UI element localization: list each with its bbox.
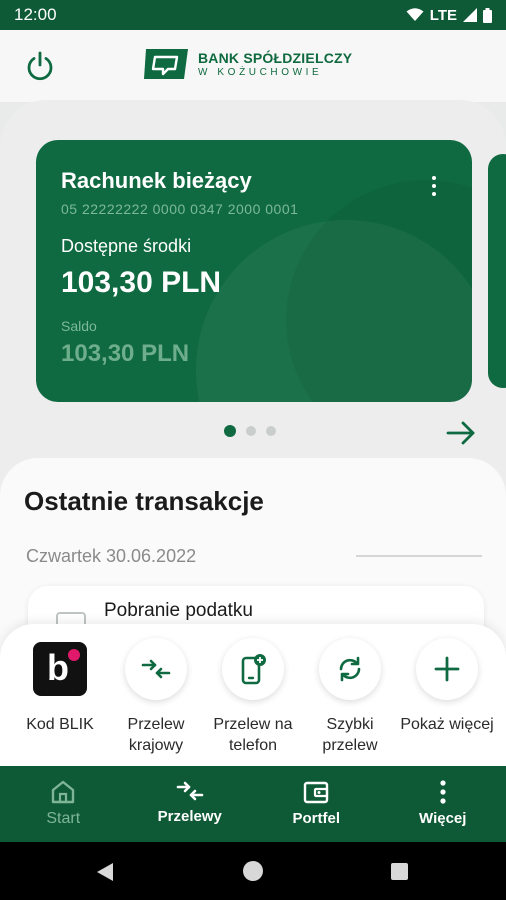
pager-dot[interactable] [246, 426, 256, 436]
blik-icon: b [33, 642, 87, 696]
phone-transfer-icon [241, 654, 266, 685]
blik-code-button[interactable]: b Kod BLIK [10, 638, 110, 735]
bank-logo-icon [144, 49, 188, 79]
card-pager [224, 425, 276, 437]
transaction-name: Pobranie podatku [104, 600, 253, 621]
refresh-icon [339, 656, 361, 682]
home-button[interactable] [243, 861, 263, 881]
available-funds-value: 103,30 PLN [61, 266, 222, 299]
transfer-arrows-icon [141, 659, 171, 679]
signal-icon [463, 8, 477, 22]
status-time: 12:00 [14, 5, 57, 24]
app-header: BANK SPÓŁDZIELCZY W KOŻUCHOWIE [0, 30, 506, 102]
card-decoration [286, 180, 472, 402]
fast-transfer-button[interactable]: Szybki przelew [300, 638, 400, 756]
phone-transfer-button[interactable]: Przelew na telefon [203, 638, 303, 756]
next-account-card[interactable] [488, 154, 506, 388]
section-title: Ostatnie transakcje [24, 486, 264, 516]
quick-action-label: Kod BLIK [26, 716, 94, 733]
quick-action-label: Przelew krajowy [127, 716, 185, 754]
nav-item-przelewy[interactable]: Przelewy [127, 766, 254, 842]
domestic-transfer-button[interactable]: Przelew krajowy [106, 638, 206, 756]
balance-label: Saldo [61, 318, 97, 334]
arrow-right-icon[interactable] [444, 418, 478, 448]
available-funds-label: Dostępne środki [61, 236, 192, 256]
network-type: LTE [429, 6, 457, 24]
date-header: Czwartek 30.06.2022 [26, 546, 197, 566]
logout-button[interactable] [22, 48, 58, 84]
battery-icon [483, 7, 492, 23]
nav-label: Portfel [292, 810, 340, 827]
pager-dot[interactable] [224, 425, 236, 437]
transfer-arrows-icon [176, 781, 204, 801]
nav-label: Przelewy [157, 808, 222, 825]
divider [356, 555, 482, 557]
show-more-button[interactable]: Pokaż więcej [397, 638, 497, 735]
back-icon[interactable] [96, 862, 114, 882]
wallet-icon [304, 781, 329, 804]
nav-label: Więcej [419, 810, 467, 827]
more-vertical-icon [440, 780, 446, 804]
account-number: 05 22222222 0000 0347 2000 0001 [61, 201, 299, 217]
pager-dot[interactable] [266, 426, 276, 436]
plus-icon [434, 656, 460, 682]
nav-label: Start [46, 810, 81, 827]
wifi-icon [406, 8, 424, 21]
power-icon [27, 51, 53, 81]
quick-actions: b Kod BLIK Przelew krajowy Przelew na te [0, 624, 506, 766]
status-indicators: LTE [406, 7, 492, 24]
account-card[interactable]: Rachunek bieżący 05 22222222 0000 0347 2… [36, 140, 472, 402]
more-vertical-icon[interactable] [424, 174, 444, 198]
status-bar: 12:00 LTE [0, 0, 506, 30]
bank-location: W KOŻUCHOWIE [198, 66, 323, 78]
nav-item-start[interactable]: Start [0, 766, 127, 842]
bank-name: BANK SPÓŁDZIELCZY [198, 49, 353, 66]
nav-item-wiecej[interactable]: Więcej [380, 766, 506, 842]
home-icon [52, 780, 75, 804]
bank-logo: BANK SPÓŁDZIELCZY W KOŻUCHOWIE [142, 47, 352, 81]
account-title: Rachunek bieżący [61, 168, 252, 193]
quick-action-label: Przelew na telefon [213, 716, 293, 754]
recent-apps-button[interactable] [391, 863, 408, 880]
quick-action-label: Szybki przelew [322, 716, 378, 754]
system-navigation-bar [0, 842, 506, 900]
quick-action-label: Pokaż więcej [400, 716, 494, 733]
bottom-navigation: Start Przelewy Portfel Więcej [0, 766, 506, 842]
nav-item-portfel[interactable]: Portfel [253, 766, 380, 842]
balance-value: 103,30 PLN [61, 340, 190, 367]
